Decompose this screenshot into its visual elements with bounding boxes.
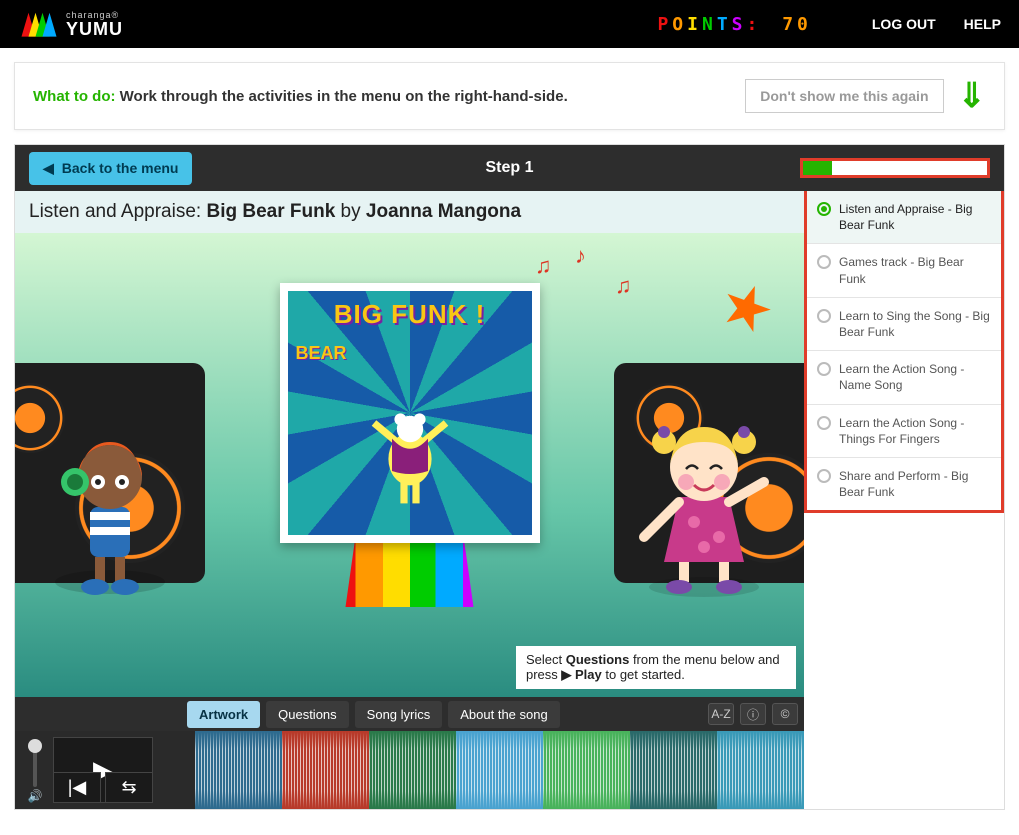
tempo-slider[interactable]: 🔊 [21, 737, 49, 803]
activity-label: Games track - Big Bear Funk [839, 254, 991, 286]
stage: ♫ ♪ ♫ ★ BIG FUNK ! BEAR [15, 233, 804, 697]
lesson-title: Listen and Appraise: Big Bear Funk by Jo… [15, 191, 804, 233]
activity-item[interactable]: Listen and Appraise - Big Bear Funk [807, 191, 1001, 244]
activity-menu: Listen and Appraise - Big Bear Funk Games… [804, 191, 1004, 513]
loop-button[interactable]: ⇆ [105, 772, 153, 803]
info-button[interactable]: ⓘ [740, 703, 766, 725]
radio-icon [817, 309, 831, 323]
album-title: BIG FUNK ! [334, 299, 486, 330]
progress-bar [800, 158, 990, 178]
logout-link[interactable]: LOG OUT [872, 16, 936, 32]
activity-item[interactable]: Share and Perform - Big Bear Funk [807, 458, 1001, 510]
content-area: Listen and Appraise: Big Bear Funk by Jo… [15, 191, 804, 809]
radio-icon [817, 255, 831, 269]
back-label: Back to the menu [62, 160, 179, 176]
tab-song-lyrics[interactable]: Song lyrics [355, 701, 443, 728]
az-button[interactable]: A-Z [708, 703, 734, 725]
back-button[interactable]: ◀ Back to the menu [29, 152, 192, 185]
kid-right-graphic [624, 397, 784, 607]
dismiss-button[interactable]: Don't show me this again [745, 79, 943, 113]
bear-graphic [350, 405, 470, 525]
star-icon: ★ [710, 266, 784, 350]
points-value: 70 [782, 14, 812, 35]
audio-player: 🔊 ▶ |◀ ⇆ [15, 731, 804, 809]
music-note-icon: ♫ [615, 273, 632, 299]
activity-label: Share and Perform - Big Bear Funk [839, 468, 991, 500]
instruction-banner: What to do: Work through the activities … [14, 62, 1005, 130]
album-subtitle: BEAR [296, 343, 347, 364]
radio-icon [817, 202, 831, 216]
panel-header: ◀ Back to the menu Step 1 [15, 145, 1004, 191]
step-title: Step 1 [485, 159, 533, 177]
activity-item[interactable]: Games track - Big Bear Funk [807, 244, 1001, 297]
help-link[interactable]: HELP [964, 16, 1001, 32]
waveform[interactable] [195, 731, 804, 809]
kid-left-graphic [35, 407, 185, 607]
radio-icon [817, 469, 831, 483]
activity-label: Learn the Action Song - Name Song [839, 361, 991, 393]
radio-icon [817, 416, 831, 430]
copyright-button[interactable]: © [772, 703, 798, 725]
brand-main: YUMU [66, 20, 123, 38]
chevron-left-icon: ◀ [43, 160, 54, 177]
album-art: BIG FUNK ! BEAR [280, 283, 540, 543]
top-bar: charanga® YUMU POINTS: 70 LOG OUT HELP [0, 0, 1019, 48]
music-note-icon: ♫ [535, 253, 552, 279]
activity-label: Listen and Appraise - Big Bear Funk [839, 201, 991, 233]
prev-button[interactable]: |◀ [53, 772, 101, 803]
logo[interactable]: charanga® YUMU [18, 10, 123, 38]
hint-tooltip: Select Questions from the menu below and… [516, 646, 796, 689]
progress-fill [803, 161, 832, 175]
tab-about-the-song[interactable]: About the song [448, 701, 559, 728]
radio-icon [817, 362, 831, 376]
tab-artwork[interactable]: Artwork [187, 701, 260, 728]
tab-questions[interactable]: Questions [266, 701, 349, 728]
arrow-down-icon: ⇓ [958, 79, 987, 113]
banner-text: Work through the activities in the menu … [120, 88, 568, 105]
activity-label: Learn the Action Song - Things For Finge… [839, 415, 991, 447]
activity-item[interactable]: Learn the Action Song - Things For Finge… [807, 405, 1001, 458]
main-panel: ◀ Back to the menu Step 1 Listen and App… [14, 144, 1005, 810]
banner-prefix: What to do: [33, 88, 115, 105]
logo-icon [18, 10, 60, 38]
music-note-icon: ♪ [575, 243, 586, 269]
volume-icon: 🔊 [28, 789, 43, 803]
points-display: POINTS: 70 [657, 14, 811, 35]
activity-item[interactable]: Learn the Action Song - Name Song [807, 351, 1001, 404]
activity-label: Learn to Sing the Song - Big Bear Funk [839, 308, 991, 340]
tab-bar: ArtworkQuestionsSong lyricsAbout the son… [15, 697, 804, 731]
activity-item[interactable]: Learn to Sing the Song - Big Bear Funk [807, 298, 1001, 351]
